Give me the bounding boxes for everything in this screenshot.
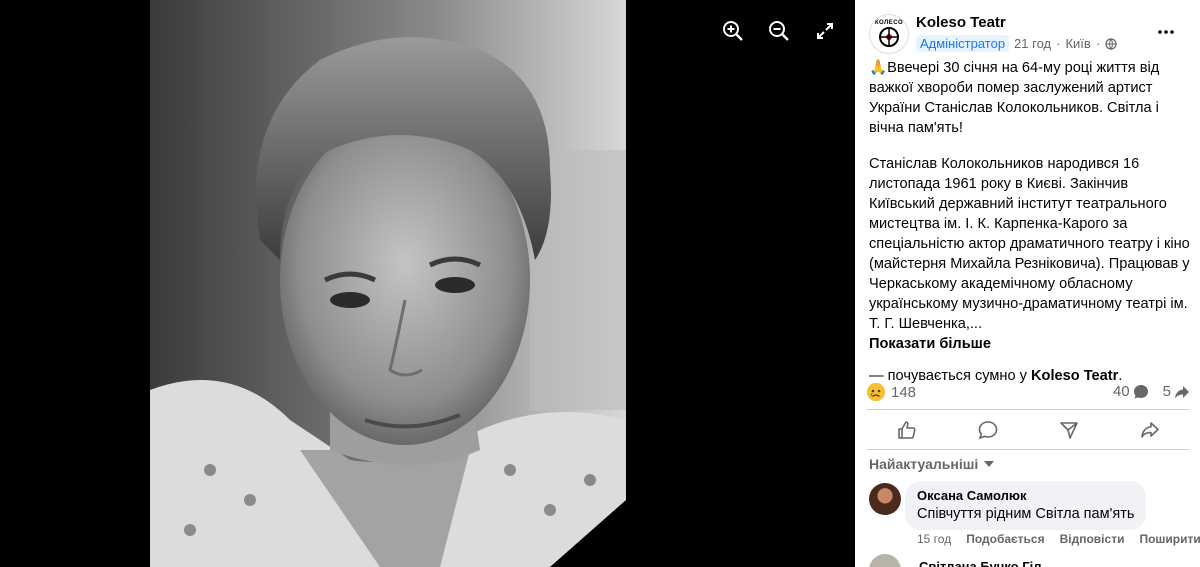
page-name-link[interactable]: Koleso Teatr	[916, 14, 1006, 31]
zoom-out-icon[interactable]	[766, 18, 792, 44]
action-bar	[867, 414, 1190, 446]
comment-author[interactable]: Світлана Бучко Гіл	[919, 559, 1041, 567]
share-arrow-icon	[1175, 385, 1189, 398]
post-paragraph: Станіслав Колокольников народився 16 лис…	[869, 156, 1190, 332]
zoom-in-icon[interactable]	[720, 18, 746, 44]
share-button[interactable]	[1130, 415, 1170, 445]
globe-icon[interactable]	[1105, 37, 1117, 50]
viewer-toolbar	[720, 18, 838, 44]
feeling-text: — почувається сумно у	[869, 368, 1031, 384]
avatar[interactable]	[869, 483, 901, 515]
comment-time[interactable]: 15 год	[917, 532, 951, 546]
post-meta: Адміністратор 21 год · Київ ·	[916, 35, 1117, 52]
comment-like-link[interactable]: Подобається	[966, 532, 1044, 546]
meta-separator: ·	[1095, 36, 1101, 51]
reactions-count: 148	[891, 383, 917, 401]
send-button[interactable]	[1049, 415, 1089, 445]
shares-count-link[interactable]: 5	[1163, 383, 1190, 400]
send-icon	[1060, 422, 1078, 439]
page-avatar[interactable]: КОЛЕСО	[869, 14, 909, 54]
comment-author[interactable]: Оксана Самолюк	[917, 488, 1134, 503]
comments-count-link[interactable]: 40	[1113, 383, 1149, 400]
comment-bubble: Оксана Самолюк Співчуття рідним Світла п…	[905, 481, 1147, 530]
sad-face-emoji-icon	[867, 383, 885, 401]
comment-meta: 15 год Подобається Відповісти Поширити	[917, 532, 1200, 546]
reactions-summary[interactable]: 148	[867, 383, 916, 401]
divider	[867, 449, 1190, 450]
post-stats: 148 40 5	[867, 383, 1190, 405]
stats-right: 40 5	[1113, 383, 1190, 400]
share-icon	[1140, 422, 1159, 438]
comment-sort-dropdown[interactable]: Найактуальніші	[869, 456, 995, 472]
wheel-logo-icon	[879, 27, 899, 47]
post-photo[interactable]	[150, 0, 626, 567]
meta-separator: ·	[1056, 36, 1061, 51]
comment-reply-link[interactable]: Відповісти	[1060, 532, 1125, 546]
comments-count: 40	[1112, 383, 1130, 400]
post-time[interactable]: 21 год	[1014, 36, 1051, 51]
photo-viewer	[0, 0, 855, 567]
post-location[interactable]: Київ	[1065, 36, 1090, 51]
fullscreen-icon[interactable]	[812, 18, 838, 44]
feeling-page-link[interactable]: Koleso Teatr	[1031, 368, 1118, 384]
avatar[interactable]	[869, 554, 901, 567]
shares-count: 5	[1162, 383, 1171, 400]
like-button[interactable]	[887, 415, 927, 445]
post-paragraph: 🙏Ввечері 30 січня на 64-му році життя ві…	[869, 60, 1160, 136]
sort-label: Найактуальніші	[869, 456, 979, 472]
comment-icon	[978, 421, 998, 440]
post-header: КОЛЕСО Koleso Teatr Адміністратор 21 год…	[869, 12, 1190, 56]
role-badge: Адміністратор	[916, 35, 1010, 52]
post-body: 🙏Ввечері 30 січня на 64-му році життя ві…	[869, 58, 1191, 386]
divider	[867, 409, 1190, 410]
like-icon	[898, 421, 916, 439]
chevron-down-icon	[984, 461, 995, 467]
comment-text: Співчуття рідним Світла пам'ять	[917, 506, 1135, 522]
feeling-suffix: .	[1118, 368, 1123, 384]
comment-bubble-icon	[1133, 384, 1148, 398]
post-panel: КОЛЕСО Koleso Teatr Адміністратор 21 год…	[855, 0, 1200, 567]
more-dots-icon[interactable]	[1154, 22, 1178, 42]
comment-button[interactable]	[968, 415, 1008, 445]
see-more-link[interactable]: Показати більше	[869, 334, 1191, 354]
comment-share-link[interactable]: Поширити	[1139, 532, 1200, 546]
